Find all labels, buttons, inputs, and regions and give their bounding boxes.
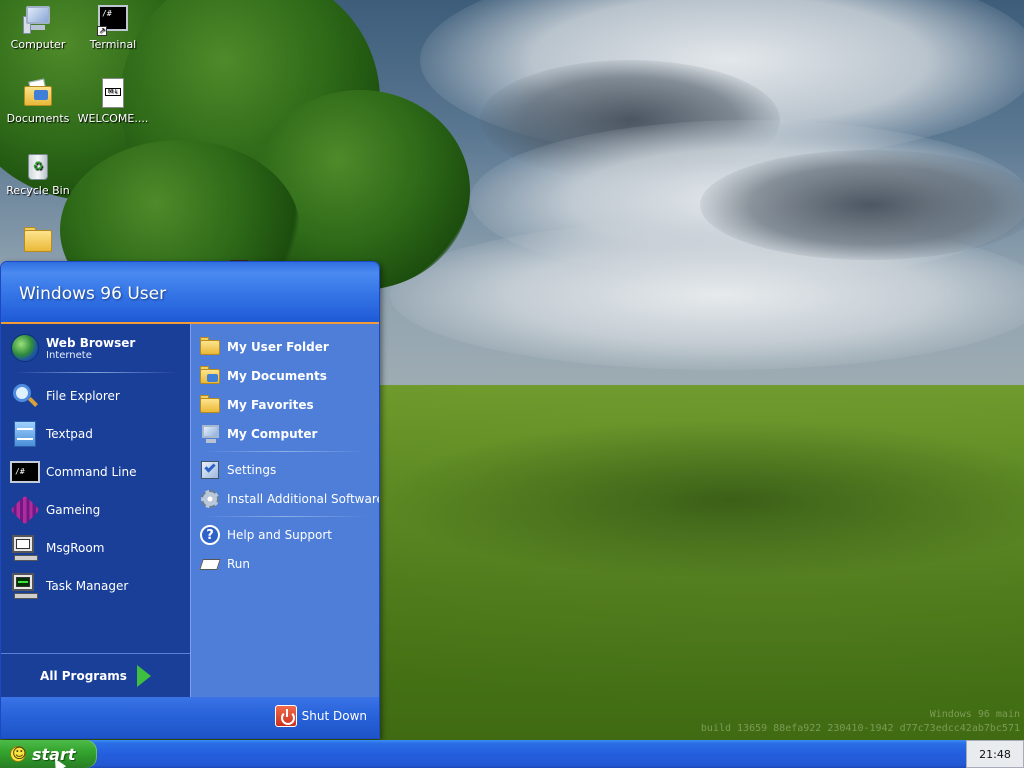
- menu-item-label: Command Line: [46, 465, 137, 479]
- desktop-icon-documents[interactable]: Documents: [1, 78, 75, 125]
- menu-item-label: Help and Support: [227, 527, 332, 542]
- all-programs-label: All Programs: [40, 668, 127, 683]
- menu-item-subtitle: Internete: [46, 349, 92, 361]
- start-menu-programs-pane: Web Browser Internete File Explorer Text…: [1, 324, 190, 697]
- start-button[interactable]: start: [0, 740, 97, 768]
- menu-item-label: Web Browser: [46, 335, 136, 350]
- shut-down-label: Shut Down: [301, 709, 367, 723]
- menu-item-label: Settings: [227, 462, 277, 477]
- green-arrow-icon: [136, 664, 151, 687]
- start-menu-header: Windows 96 User: [1, 262, 379, 324]
- help-icon: ?: [199, 524, 221, 546]
- system-tray-clock[interactable]: 21:48: [966, 740, 1024, 768]
- chat-computer-icon: [10, 533, 40, 563]
- globe-icon: [10, 333, 40, 363]
- menu-separator: [13, 372, 178, 373]
- start-menu: Windows 96 User Web Browser Internete Fi…: [0, 261, 380, 739]
- magnifier-icon: [10, 381, 40, 411]
- documents-icon: [22, 78, 54, 110]
- command-line-icon: /#: [10, 457, 40, 487]
- menu-item-my-favorites[interactable]: My Favorites: [191, 390, 379, 419]
- desktop-icon-folder[interactable]: [1, 224, 75, 258]
- markdown-file-icon: M↓: [97, 78, 129, 110]
- cloud: [700, 150, 1024, 260]
- menu-item-file-explorer[interactable]: File Explorer: [1, 377, 190, 415]
- desktop-icon-label: Documents: [6, 112, 70, 125]
- task-manager-icon: [10, 571, 40, 601]
- menu-item-run[interactable]: Run: [191, 549, 379, 578]
- shut-down-button[interactable]: Shut Down: [274, 705, 367, 727]
- recycle-bin-icon: ♻: [22, 150, 54, 182]
- menu-item-help-and-support[interactable]: ? Help and Support: [191, 520, 379, 549]
- user-name: Windows 96 User: [19, 284, 167, 304]
- desktop-icon-label: WELCOME....: [77, 112, 149, 125]
- menu-item-command-line[interactable]: /# Command Line: [1, 453, 190, 491]
- install-disc-icon: [199, 488, 221, 510]
- documents-folder-icon: [199, 365, 221, 387]
- desktop-icon-recycle-bin[interactable]: ♻ Recycle Bin: [1, 150, 75, 197]
- notepad-icon: [10, 419, 40, 449]
- menu-item-my-documents[interactable]: My Documents: [191, 361, 379, 390]
- settings-icon: [199, 459, 221, 481]
- game-cube-icon: [10, 495, 40, 525]
- start-menu-body: Web Browser Internete File Explorer Text…: [1, 324, 379, 697]
- all-programs-button[interactable]: All Programs: [1, 653, 190, 697]
- computer-icon: [199, 423, 221, 445]
- menu-item-label: My Documents: [227, 368, 327, 383]
- folder-icon: [22, 224, 54, 256]
- menu-item-label: Task Manager: [46, 579, 129, 593]
- desktop-icon-terminal[interactable]: /# ↗ Terminal: [76, 4, 150, 51]
- menu-item-label: My Favorites: [227, 397, 314, 412]
- grass-shadow: [380, 420, 1024, 580]
- menu-item-settings[interactable]: Settings: [191, 455, 379, 484]
- folder-icon: [199, 336, 221, 358]
- menu-separator: [203, 451, 367, 452]
- desktop-icon-label: Recycle Bin: [6, 184, 70, 197]
- menu-item-label: MsgRoom: [46, 541, 105, 555]
- start-menu-footer: Shut Down: [1, 697, 379, 738]
- menu-item-label: My User Folder: [227, 339, 329, 354]
- desktop-icon-computer[interactable]: Computer: [1, 4, 75, 51]
- run-icon: [199, 553, 221, 575]
- desktop-icon-welcome[interactable]: M↓ WELCOME....: [76, 78, 150, 125]
- menu-item-msgroom[interactable]: MsgRoom: [1, 529, 190, 567]
- start-menu-places-pane: My User Folder My Documents My Favorites…: [190, 324, 379, 697]
- menu-item-label: Gameing: [46, 503, 101, 517]
- desktop-icon-label: Computer: [10, 38, 66, 51]
- power-icon: [274, 705, 297, 727]
- menu-item-label: Textpad: [46, 427, 93, 441]
- terminal-icon: /# ↗: [97, 4, 129, 36]
- build-line-1: Windows 96 main: [929, 709, 1020, 720]
- desktop-icon-label: Terminal: [89, 38, 137, 51]
- taskbar: start 21:48: [0, 740, 1024, 768]
- menu-item-label: Run: [227, 556, 251, 571]
- menu-item-textpad[interactable]: Textpad: [1, 415, 190, 453]
- menu-item-web-browser[interactable]: Web Browser Internete: [1, 324, 190, 368]
- folder-icon: [199, 394, 221, 416]
- menu-item-my-user-folder[interactable]: My User Folder: [191, 332, 379, 361]
- build-line-2: build 13659 88efa922 230410-1942 d77c73e…: [700, 723, 1020, 734]
- menu-item-gameing[interactable]: Gameing: [1, 491, 190, 529]
- menu-item-label: File Explorer: [46, 389, 120, 403]
- smiley-icon: [10, 745, 27, 763]
- menu-item-label: Install Additional Software: [227, 491, 380, 506]
- build-watermark: Windows 96 main build 13659 88efa922 230…: [701, 708, 1020, 736]
- menu-item-install-software[interactable]: Install Additional Software: [191, 484, 379, 513]
- menu-item-label: My Computer: [227, 426, 318, 441]
- menu-item-my-computer[interactable]: My Computer: [191, 419, 379, 448]
- computer-icon: [22, 4, 54, 36]
- menu-item-task-manager[interactable]: Task Manager: [1, 567, 190, 605]
- menu-separator: [203, 516, 367, 517]
- clock-time: 21:48: [979, 747, 1011, 761]
